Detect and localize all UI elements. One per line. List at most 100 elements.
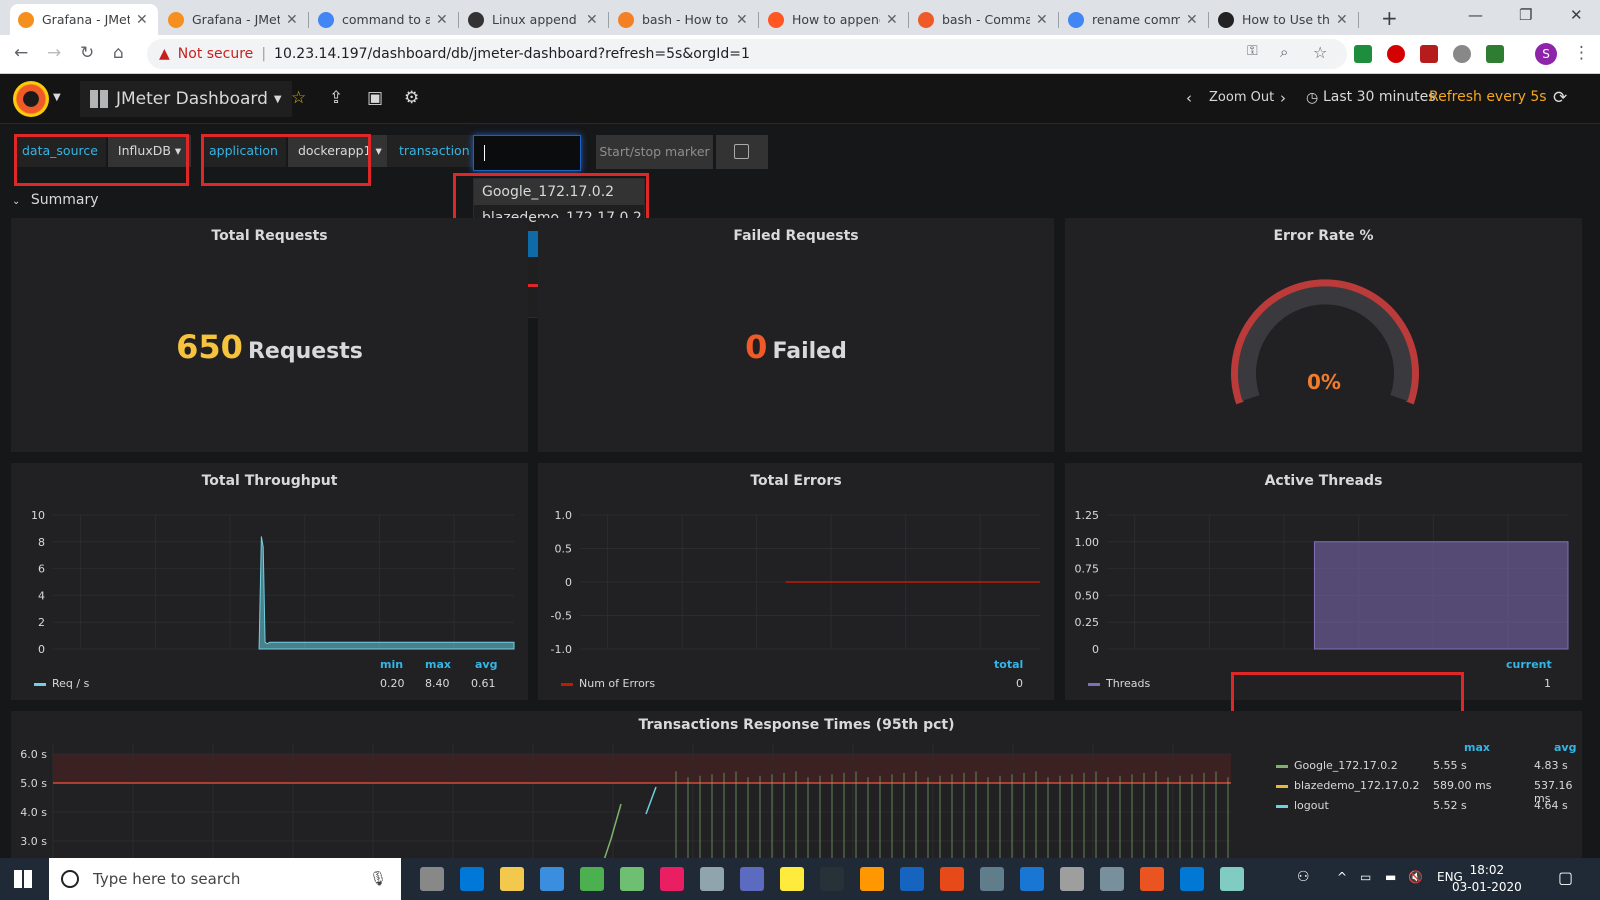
save-icon[interactable]: ▣ [367,88,383,108]
star-icon[interactable]: ☆ [291,88,306,108]
taskbar-app-icon[interactable] [620,867,644,891]
zoom-icon[interactable]: ⌕ [1280,43,1288,61]
microphone-icon[interactable]: 🎙 [369,871,387,887]
people-icon[interactable]: ⚇ [1297,869,1310,885]
time-forward-icon[interactable]: › [1280,89,1286,107]
legend-item[interactable]: blazedemo_172.17.0.2 [1276,779,1420,792]
extension-sheets-icon[interactable] [1354,45,1372,63]
taskbar-app-icon[interactable] [860,867,884,891]
legend-item[interactable]: Num of Errors [561,677,655,690]
browser-tab[interactable]: How to append ✕ [760,4,908,35]
refresh-icon[interactable]: ⟳ [1553,88,1567,108]
extension-pdf-icon[interactable] [1420,45,1438,63]
legend-max: 5.55 s [1433,759,1467,772]
browser-tab[interactable]: Grafana - JMeter ✕ [10,4,158,35]
tab-close-icon[interactable]: ✕ [586,12,598,28]
tab-close-icon[interactable]: ✕ [1036,12,1048,28]
y-tick-label: 0 [38,643,45,653]
tray-chevron-icon[interactable]: ^ [1337,870,1347,884]
settings-gear-icon[interactable]: ⚙ [404,88,419,108]
browser-tab[interactable]: rename comma ✕ [1060,4,1208,35]
bookmark-star-icon[interactable]: ☆ [1313,43,1327,62]
tab-close-icon[interactable]: ✕ [736,12,748,28]
extension-circle-icon[interactable] [1453,45,1471,63]
maximize-button[interactable]: ❐ [1519,6,1532,24]
taskbar-app-icon[interactable] [1100,867,1124,891]
battery-icon[interactable]: ▬ [1385,870,1396,884]
tab-close-icon[interactable]: ✕ [1336,12,1348,28]
taskbar-search[interactable]: Type here to search 🎙 [49,858,401,900]
browser-tab[interactable]: command to ap ✕ [310,4,458,35]
taskbar-app-icon[interactable] [1140,867,1164,891]
taskbar-app-icon[interactable] [1220,867,1244,891]
menu-kebab-icon[interactable]: ⋮ [1573,43,1590,63]
windows-start-icon[interactable] [14,870,32,888]
browser-tab-bar: Grafana - JMeter✕Grafana - JMeter✕comman… [0,0,1600,35]
home-button[interactable]: ⌂ [113,43,124,63]
taskbar-app-icon[interactable] [420,867,444,891]
legend-item[interactable]: Req / s [34,677,89,690]
logo-caret-icon[interactable]: ▼ [53,92,61,103]
taskbar-app-icon[interactable] [740,867,764,891]
transaction-search-input[interactable] [473,135,581,171]
taskbar-app-icon[interactable] [580,867,604,891]
var-data-source-select[interactable]: InfluxDB ▾ [107,135,192,167]
tab-close-icon[interactable]: ✕ [886,12,898,28]
grafana-logo-icon[interactable] [13,81,49,117]
taskbar-app-icon[interactable] [1180,867,1204,891]
profile-avatar[interactable]: S [1535,43,1557,65]
tab-close-icon[interactable]: ✕ [1186,12,1198,28]
tab-label: Grafana - JMeter [42,12,130,27]
throughput-chart: 024681017:3517:4017:4517:5017:5518:00 [31,509,515,653]
stat-unit: Failed [772,339,847,364]
browser-tab[interactable]: bash - How to ✕ [610,4,758,35]
taskbar-app-icon[interactable] [1060,867,1084,891]
taskbar-app-icon[interactable] [500,867,524,891]
time-range-picker[interactable]: Last 30 minutes [1323,89,1436,105]
var-application-select[interactable]: dockerapp1 ▾ [287,135,392,167]
close-window-button[interactable]: ✕ [1570,6,1583,24]
taskbar-app-icon[interactable] [980,867,1004,891]
taskbar-app-icon[interactable] [700,867,724,891]
back-button[interactable]: ← [14,43,28,63]
browser-tab[interactable]: Grafana - JMeter ✕ [160,4,308,35]
network-icon[interactable]: ▭ [1360,870,1371,884]
marker-checkbox[interactable] [734,144,749,159]
reload-button[interactable]: ↻ [80,43,94,63]
series-line [645,786,657,815]
new-tab-button[interactable]: + [1381,6,1398,30]
dashboard-picker[interactable]: JMeter Dashboard ▼ [80,81,292,117]
taskbar-app-icon[interactable] [540,867,564,891]
browser-tab[interactable]: bash - Comman ✕ [910,4,1058,35]
share-icon[interactable]: ⇪ [329,88,343,108]
refresh-interval[interactable]: Refresh every 5s [1429,89,1547,105]
tab-close-icon[interactable]: ✕ [286,12,298,28]
omnibox[interactable]: ▲ Not secure | 10.23.14.197/dashboard/db… [147,39,1347,69]
key-icon[interactable]: ⚿ [1247,43,1258,59]
extension-excel-icon[interactable] [1486,45,1504,63]
taskbar-app-icon[interactable] [900,867,924,891]
tab-close-icon[interactable]: ✕ [136,12,148,28]
taskbar-clock[interactable]: 18:02 03-01-2020 [1452,862,1522,896]
time-back-icon[interactable]: ‹ [1186,89,1192,107]
zoom-out-button[interactable]: Zoom Out [1209,90,1274,105]
taskbar-app-icon[interactable] [820,867,844,891]
taskbar-app-icon[interactable] [780,867,804,891]
browser-tab[interactable]: Linux append t ✕ [460,4,608,35]
notifications-icon[interactable]: ▢ [1558,868,1573,887]
minimize-button[interactable]: — [1468,6,1483,24]
forward-button[interactable]: → [47,43,61,63]
legend-item[interactable]: Threads [1088,677,1150,690]
tab-close-icon[interactable]: ✕ [436,12,448,28]
browser-tab[interactable]: How to Use the ✕ [1210,4,1358,35]
extension-shield-icon[interactable] [1387,45,1405,63]
taskbar-app-icon[interactable] [460,867,484,891]
legend-item[interactable]: logout [1276,799,1329,812]
legend-item[interactable]: Google_172.17.0.2 [1276,759,1398,772]
taskbar-app-icon[interactable] [940,867,964,891]
taskbar-app-icon[interactable] [1020,867,1044,891]
volume-mute-icon[interactable]: 🔇 [1408,870,1423,884]
dropdown-item[interactable]: Google_172.17.0.2 [474,179,644,205]
row-summary-header[interactable]: ⌄ Summary [12,192,99,208]
taskbar-app-icon[interactable] [660,867,684,891]
